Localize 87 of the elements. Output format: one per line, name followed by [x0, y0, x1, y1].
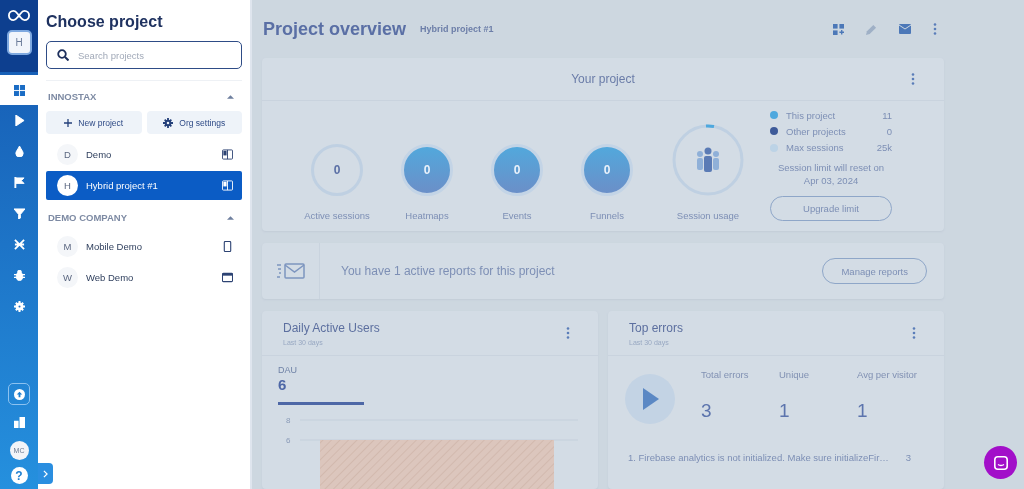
legend-label: Max sessions [786, 142, 845, 153]
legend-label: This project [786, 109, 837, 121]
browser-window-icon [222, 272, 233, 283]
page-title: Project overview [263, 18, 407, 40]
more-icon[interactable] [566, 327, 570, 339]
stat-label: Events [502, 210, 532, 221]
filter-icon [13, 208, 25, 219]
search-field[interactable]: Search projects [46, 41, 242, 69]
upload-icon [13, 388, 25, 400]
project-item[interactable]: M Mobile Demo [46, 232, 242, 261]
reports-message: You have 1 active reports for this project [341, 264, 556, 278]
chevron-right-icon [43, 469, 48, 478]
stat-bubble: 0 [401, 144, 453, 196]
stat-label: Active sessions [304, 210, 370, 221]
project-name: Demo [86, 149, 113, 160]
stat-label: Avg per visitor [857, 368, 917, 380]
more-icon[interactable] [911, 73, 915, 85]
upload-button[interactable] [8, 383, 30, 405]
project-initial: H [57, 175, 78, 196]
project-item[interactable]: D Demo [46, 140, 242, 169]
stat-bubble: 0 [581, 144, 633, 196]
project-item[interactable]: W Web Demo [46, 263, 242, 292]
bug-icon [13, 270, 25, 281]
mail-icon [276, 263, 305, 279]
add-widget-icon[interactable] [833, 23, 844, 35]
help-button[interactable]: ? [10, 467, 28, 484]
caret-icon[interactable] [227, 214, 234, 220]
project-avatar-button[interactable]: H [6, 30, 32, 55]
more-icon[interactable] [912, 327, 916, 339]
split-screen-icon [222, 149, 233, 160]
project-initial: W [57, 267, 78, 288]
settings-icon [13, 301, 25, 312]
project-initial: M [57, 236, 78, 257]
stat-label: Heatmaps [405, 210, 449, 221]
rail-nav-button[interactable] [0, 75, 38, 105]
project-name: Web Demo [86, 272, 135, 283]
play-icon [13, 115, 25, 126]
mail-icon[interactable] [899, 24, 911, 34]
stat-label: Funnels [590, 210, 624, 221]
error-text: 1. Firebase analytics is not initialized. Make sure initializeFir… [628, 452, 889, 463]
new-project-button[interactable]: New project [46, 111, 142, 134]
legend-label: Other projects [786, 125, 847, 137]
legend-value: 0 [886, 125, 892, 137]
project-label: Hybrid project #1 [420, 24, 494, 34]
expand-tab[interactable] [38, 463, 53, 484]
phone-icon [222, 241, 233, 252]
project-initial: D [57, 144, 78, 165]
split-screen-icon [222, 180, 233, 191]
flag-icon [13, 177, 25, 188]
play-button-icon[interactable] [625, 374, 675, 424]
legend-value: 25k [876, 142, 892, 153]
legend-value: 11 [882, 109, 892, 121]
drop-icon [13, 146, 25, 157]
stat-label: Total errors [701, 368, 750, 380]
group-heading: INNOSTAX [48, 90, 97, 102]
infinity-logo-icon[interactable] [8, 10, 30, 21]
axis-tick: 6 [286, 436, 291, 445]
stat-value: 1 [779, 399, 791, 422]
chat-icon [993, 455, 1008, 470]
panel-title: Choose project [46, 13, 164, 31]
card-title: Your project [571, 72, 635, 86]
card-title: Top errors [629, 320, 684, 335]
stat-value: 1 [857, 399, 869, 422]
caret-icon[interactable] [227, 93, 234, 99]
chat-button[interactable] [984, 446, 1017, 479]
org-settings-button[interactable]: Org settings [146, 111, 242, 134]
card-title: Daily Active Users [283, 320, 380, 335]
stat-bubble: 0 [491, 144, 543, 196]
project-name: Mobile Demo [86, 241, 143, 252]
crossed-lines-icon [13, 239, 25, 250]
stat-ring: 0 [311, 144, 363, 196]
plus-icon [64, 118, 73, 127]
axis-tick: 8 [286, 416, 291, 425]
dashboard-icon [13, 84, 25, 96]
metric-label: DAU [278, 365, 298, 375]
reset-note: Session limit will reset on Apr 03, 2024 [776, 160, 886, 189]
search-icon [57, 49, 69, 61]
project-item[interactable]: H Hybrid project #1 [46, 171, 242, 200]
more-icon[interactable] [933, 23, 937, 35]
settings-icon [163, 117, 174, 128]
error-count: 3 [905, 452, 911, 463]
stat-label: Unique [779, 368, 811, 380]
metric-value: 6 [278, 376, 288, 393]
group-heading: DEMO COMPANY [48, 211, 127, 223]
stat-label: Session usage [676, 210, 740, 221]
stat-value: 3 [701, 399, 713, 422]
project-name: Hybrid project #1 [86, 180, 159, 191]
